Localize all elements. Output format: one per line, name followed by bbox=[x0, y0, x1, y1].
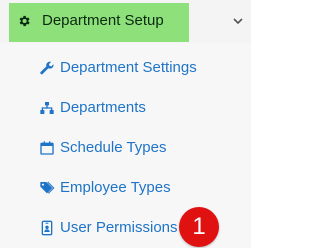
menu-item-schedule-types[interactable]: Schedule Types bbox=[0, 128, 251, 168]
annotation-badge: 1 bbox=[179, 207, 219, 247]
menu-item-label: User Permissions bbox=[60, 219, 178, 236]
menu-item-department-settings[interactable]: Department Settings bbox=[0, 48, 251, 88]
menu-item-label: Schedule Types bbox=[60, 139, 167, 156]
annotation-badge-number: 1 bbox=[192, 213, 206, 240]
department-setup-header[interactable]: Department Setup bbox=[0, 0, 251, 43]
department-setup-panel: Department Setup Department Settings Dep… bbox=[0, 0, 251, 248]
menu-item-label: Department Settings bbox=[60, 59, 197, 76]
gear-icon bbox=[19, 15, 30, 27]
chevron-down-icon[interactable] bbox=[232, 15, 244, 27]
menu-item-departments[interactable]: Departments bbox=[0, 88, 251, 128]
department-setup-label: Department Setup bbox=[42, 12, 164, 29]
tags-icon bbox=[40, 181, 55, 194]
sitemap-icon bbox=[40, 102, 54, 114]
calendar-icon bbox=[40, 141, 54, 155]
menu-item-label: Departments bbox=[60, 99, 146, 116]
menu-item-label: Employee Types bbox=[60, 179, 171, 196]
wrench-icon bbox=[40, 61, 54, 75]
id-badge-icon bbox=[41, 220, 53, 236]
menu-item-employee-types[interactable]: Employee Types bbox=[0, 168, 251, 208]
